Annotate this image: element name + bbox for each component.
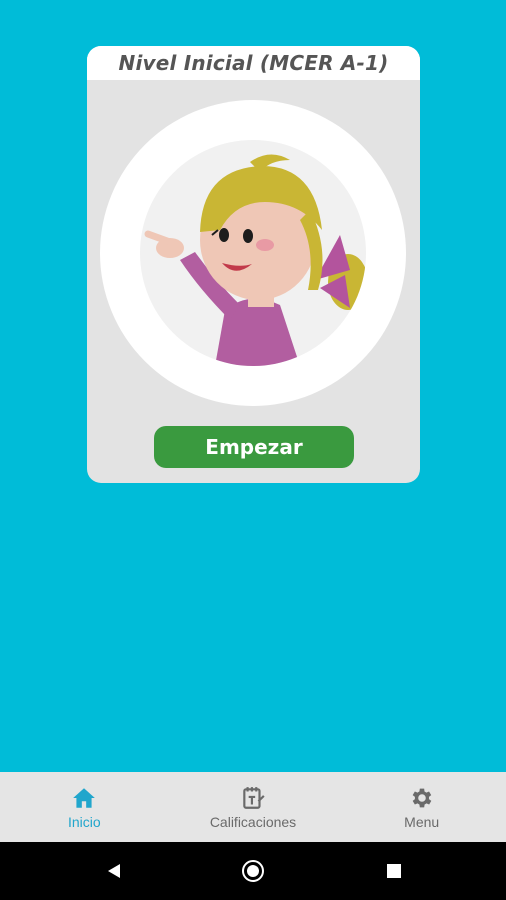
level-card: Nivel Inicial (MCER A-1) Empezar [87,46,420,483]
system-navigation-bar [0,842,506,900]
grades-icon [243,786,265,809]
start-button[interactable]: Empezar [154,426,354,468]
home-button[interactable] [223,842,283,900]
nav-label-menu: Menu [404,813,440,830]
back-button[interactable] [84,842,144,900]
avatar-frame [100,100,406,406]
girl-illustration [144,154,366,366]
recents-button[interactable] [364,842,424,900]
nav-item-inicio[interactable]: Inicio [0,772,169,842]
avatar-background [140,140,366,366]
home-icon [73,787,96,808]
recents-icon [387,864,401,878]
card-header: Nivel Inicial (MCER A-1) [87,46,420,80]
level-title: Nivel Inicial (MCER A-1) [118,51,389,75]
back-icon [108,864,120,878]
nav-label-inicio: Inicio [67,813,101,830]
bottom-navigation: Inicio Calificaciones Menu [0,772,506,842]
nav-label-calificaciones: Calificaciones [209,813,297,830]
gear-icon [412,788,431,807]
nav-item-calificaciones[interactable]: Calificaciones [169,772,338,842]
nav-item-menu[interactable]: Menu [337,772,506,842]
home-circle-icon [242,860,264,882]
